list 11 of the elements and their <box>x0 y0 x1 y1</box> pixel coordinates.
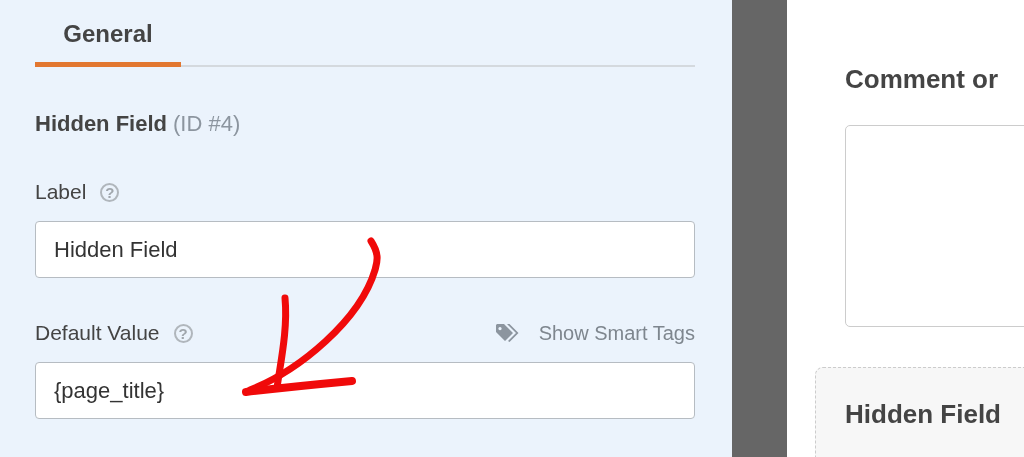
field-label: Comment or <box>845 64 999 94</box>
field-label: Default Value <box>35 321 160 345</box>
tab[interactable]: General <box>35 0 181 67</box>
field-title: Hidden Field <box>35 111 167 136</box>
hidden-field-card[interactable]: Hidden Field <box>815 367 1024 457</box>
field-label: Label <box>35 180 87 204</box>
tags-icon <box>494 323 521 343</box>
text-field[interactable]: Hidden Field <box>35 221 695 278</box>
text-field[interactable]: {page_title} <box>35 362 695 419</box>
field-id: (ID #4) <box>173 111 241 136</box>
field-label: Hidden Field <box>845 399 1001 429</box>
